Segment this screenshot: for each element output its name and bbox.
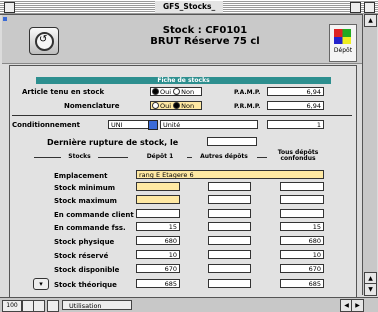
- zoom-level[interactable]: 100: [2, 300, 22, 312]
- section-title: Fiche de stocks: [36, 77, 331, 84]
- back-button[interactable]: ↺: [29, 27, 59, 55]
- article-label: Article tenu en stock: [22, 88, 105, 96]
- row-label: Stock théorique: [54, 281, 117, 289]
- nomenclature-label: Nomenclature: [64, 102, 120, 110]
- stock-reserve-tous[interactable]: 10: [280, 250, 324, 259]
- article-radio-group: Oui Non: [150, 87, 202, 96]
- stock-reserve-autres[interactable]: [208, 250, 251, 259]
- conditionnement-label: Conditionnement: [12, 121, 80, 129]
- cmd-client-autres[interactable]: [208, 209, 251, 218]
- row-label: Stock réservé: [54, 252, 109, 260]
- scroll-down-icon[interactable]: ▼: [364, 283, 377, 296]
- zoom-box-icon[interactable]: [350, 2, 361, 13]
- article-oui-radio[interactable]: Oui: [152, 87, 171, 96]
- divider: [12, 115, 352, 116]
- row-label: Stock maximum: [54, 197, 117, 205]
- zoom-in-icon[interactable]: [33, 300, 45, 312]
- stock-disponible-depot1[interactable]: 670: [136, 264, 180, 273]
- vertical-scrollbar[interactable]: ▲ ▲ ▼: [362, 14, 377, 296]
- rupture-date-field[interactable]: [207, 137, 257, 146]
- cmd-fss-tous[interactable]: 15: [280, 222, 324, 231]
- row-label: En commande client: [54, 211, 134, 219]
- stock-disponible-autres[interactable]: [208, 264, 251, 273]
- emplacement-field[interactable]: rang E Etagere 6: [136, 170, 324, 179]
- pamp-label: P.A.M.P.: [234, 89, 261, 96]
- stock-reserve-depot1[interactable]: 10: [136, 250, 180, 259]
- nomenclature-oui-radio[interactable]: Oui: [152, 101, 171, 110]
- dropdown-arrow-icon[interactable]: [148, 120, 158, 130]
- row-label: En commande fss.: [54, 224, 126, 232]
- layout-marker-icon: [3, 17, 7, 21]
- stock-max-tous[interactable]: [280, 195, 324, 204]
- nomenclature-radio-group: Oui Non: [150, 101, 202, 110]
- depot-label: Dépôt: [333, 47, 353, 54]
- conditionnement-desc-field[interactable]: Unité: [160, 120, 258, 129]
- stock-min-autres[interactable]: [208, 182, 251, 191]
- stock-disponible-tous[interactable]: 670: [280, 264, 324, 273]
- prmp-field[interactable]: 6,94: [267, 101, 324, 110]
- conditionnement-qty-field[interactable]: 1: [267, 120, 324, 129]
- col-tous-depots: Tous dépôts confondus: [277, 149, 319, 162]
- cmd-fss-depot1[interactable]: 15: [136, 222, 180, 231]
- cmd-fss-autres[interactable]: [208, 222, 251, 231]
- prmp-label: P.R.M.P.: [234, 103, 261, 110]
- row-label: Stock disponible: [54, 266, 120, 274]
- title-bar[interactable]: GFS_Stocks_: [0, 0, 378, 15]
- window-title: GFS_Stocks_: [155, 1, 224, 13]
- stock-physique-tous[interactable]: 680: [280, 236, 324, 245]
- article-non-radio[interactable]: Non: [173, 87, 194, 96]
- stock-max-depot1[interactable]: [136, 195, 180, 204]
- stock-theorique-autres[interactable]: [208, 279, 251, 288]
- stock-max-autres[interactable]: [208, 195, 251, 204]
- cmd-client-tous[interactable]: [280, 209, 324, 218]
- rupture-label: Dernière rupture de stock, le: [47, 138, 179, 147]
- pamp-field[interactable]: 6,94: [267, 87, 324, 96]
- stock-code: Stock : CF0101: [162, 25, 248, 36]
- record-title: Stock : CF0101 BRUT Réserve 75 cl: [110, 25, 300, 47]
- nomenclature-non-radio[interactable]: Non: [173, 101, 194, 110]
- layout-icon[interactable]: [47, 300, 59, 312]
- stock-physique-autres[interactable]: [208, 236, 251, 245]
- scroll-right-icon[interactable]: ▶: [351, 299, 364, 312]
- stock-theorique-tous[interactable]: 685: [280, 279, 324, 288]
- stock-min-depot1[interactable]: [136, 182, 180, 191]
- stock-theorique-depot1[interactable]: 685: [136, 279, 180, 288]
- row-label: Stock physique: [54, 238, 115, 246]
- mode-indicator: Utilisation: [62, 300, 132, 310]
- col-autres-depots: Autres dépôts: [200, 153, 248, 160]
- row-label: Stock minimum: [54, 184, 116, 192]
- col-depot1: Dépôt 1: [146, 153, 174, 160]
- stock-min-tous[interactable]: [280, 182, 324, 191]
- product-name: BRUT Réserve 75 cl: [150, 36, 260, 47]
- row-label: Emplacement: [54, 172, 108, 180]
- stock-physique-depot1[interactable]: 680: [136, 236, 180, 245]
- next-record-icon[interactable]: ▾: [33, 278, 49, 290]
- close-box-icon[interactable]: [4, 2, 15, 13]
- depot-button[interactable]: Dépôt: [329, 24, 357, 62]
- scroll-up-icon[interactable]: ▲: [364, 14, 377, 27]
- cmd-client-depot1[interactable]: [136, 209, 180, 218]
- collapse-box-icon[interactable]: [364, 2, 375, 13]
- col-stocks: Stocks: [68, 153, 91, 160]
- status-bar: 100 Utilisation ◀ ▶: [0, 297, 378, 312]
